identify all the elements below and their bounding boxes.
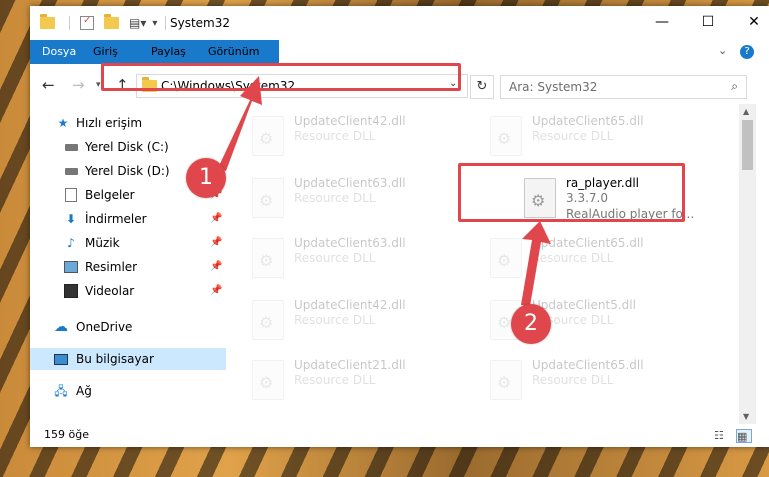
arrow-step-2 xyxy=(521,221,551,306)
step-2-badge: 2 xyxy=(511,304,551,344)
step-1-badge: 1 xyxy=(186,158,226,198)
annotation-arrows xyxy=(218,76,551,306)
arrow-step-1 xyxy=(218,76,262,171)
